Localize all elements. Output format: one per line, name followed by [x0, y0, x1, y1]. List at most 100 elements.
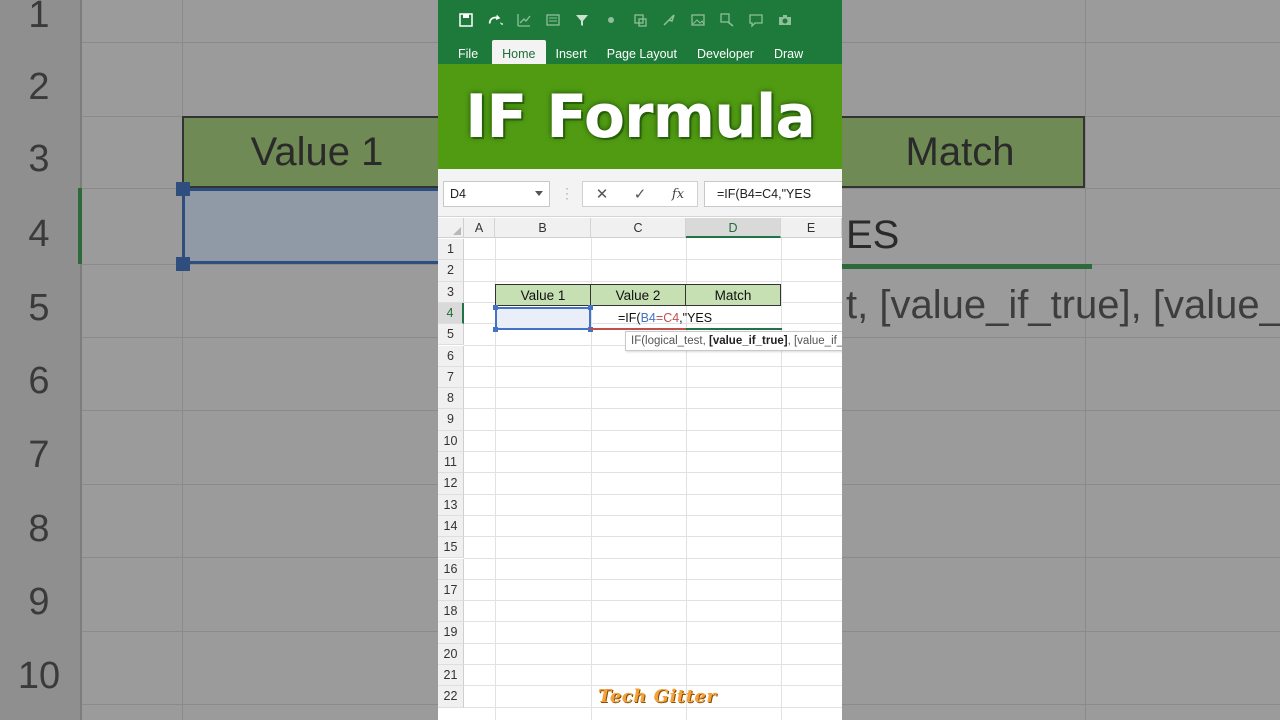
bg-active-cell-border [842, 264, 1092, 269]
gridline [464, 557, 842, 559]
bg-row-number: 4 [28, 213, 50, 255]
autosave-icon[interactable] [458, 12, 474, 28]
gridline [464, 578, 842, 580]
row-header-22[interactable]: 22 [438, 686, 464, 708]
selection-handle[interactable] [493, 327, 498, 332]
tab-insert[interactable]: Insert [546, 40, 597, 64]
gridline [464, 472, 842, 474]
formula-ref-c4: C4 [663, 311, 680, 325]
row-header-5[interactable]: 5 [438, 324, 464, 346]
bg-gridline [182, 0, 183, 720]
column-header-c[interactable]: C [591, 218, 686, 238]
row-header-1[interactable]: 1 [438, 239, 464, 261]
worksheet-grid: A B C D E 1 2 3 4 5 6 7 8 9 10 11 12 13 14 15 16 17 18 19 2… [438, 218, 842, 720]
formula-input[interactable]: =IF(B4=C4,"YES [704, 181, 842, 207]
row-header-2[interactable]: 2 [438, 260, 464, 282]
gridline [464, 451, 842, 452]
row-header-14[interactable]: 14 [438, 515, 464, 538]
row-header-4[interactable]: 4 [438, 302, 464, 325]
bg-row-number: 9 [28, 581, 50, 623]
gridline [464, 429, 842, 431]
column-header-e[interactable]: E [781, 218, 842, 238]
reference-highlight-b4[interactable] [495, 307, 591, 330]
selection-handle[interactable] [493, 305, 498, 310]
row-header-13[interactable]: 13 [438, 494, 464, 516]
gridline [781, 238, 782, 720]
gridline [464, 514, 842, 516]
header-cell-value2[interactable]: Value 2 [590, 284, 686, 306]
gridline [464, 280, 842, 282]
picture-icon[interactable] [690, 12, 706, 28]
function-icon[interactable]: fx [666, 187, 690, 202]
gridline [464, 387, 842, 389]
row-header-21[interactable]: 21 [438, 665, 464, 687]
bg-row-number: 7 [28, 434, 50, 476]
title-banner: IF Formula [438, 64, 842, 169]
row-header-3[interactable]: 3 [438, 281, 464, 303]
tooltip-rest[interactable]: , [value_if_false]) [788, 335, 842, 347]
column-header-a[interactable]: A [464, 218, 495, 238]
tab-file[interactable]: File [438, 40, 488, 64]
row-header-12[interactable]: 12 [438, 473, 464, 495]
row-header-16[interactable]: 16 [438, 558, 464, 580]
header-cell-match[interactable]: Match [685, 284, 781, 306]
redo-icon[interactable] [487, 12, 503, 28]
gridline [464, 621, 842, 623]
bg-row-number: 6 [28, 360, 50, 402]
row-header-8[interactable]: 8 [438, 388, 464, 410]
tab-home[interactable]: Home [492, 40, 546, 64]
gridline [464, 493, 842, 495]
formula-prefix: =IF( [618, 311, 641, 325]
chevron-down-icon[interactable] [535, 191, 543, 196]
row-header-15[interactable]: 15 [438, 537, 464, 559]
row-header-18[interactable]: 18 [438, 601, 464, 623]
gridline [464, 642, 842, 644]
row-header-19[interactable]: 19 [438, 622, 464, 644]
gridline [464, 664, 842, 665]
select-all-corner[interactable] [438, 218, 464, 238]
row-header-20[interactable]: 20 [438, 643, 464, 665]
check-icon[interactable]: ✓ [628, 185, 652, 203]
chart-icon[interactable] [516, 12, 532, 28]
brush-icon[interactable] [661, 12, 677, 28]
row-header-7[interactable]: 7 [438, 366, 464, 389]
bg-row-number: 8 [28, 508, 50, 550]
tab-draw[interactable]: Draw [764, 40, 813, 64]
selection-handle[interactable] [588, 305, 593, 310]
header-cell-value1[interactable]: Value 1 [495, 284, 591, 306]
shapes-icon[interactable] [632, 12, 648, 28]
comment-icon[interactable] [748, 12, 764, 28]
row-header-9[interactable]: 9 [438, 409, 464, 431]
excel-window: File Home Insert Page Layout Developer D… [438, 0, 842, 720]
replace-icon[interactable] [719, 12, 735, 28]
column-header-b[interactable]: B [495, 218, 591, 238]
row-header-17[interactable]: 17 [438, 579, 464, 602]
tooltip-function[interactable]: IF(logical_test, [631, 335, 709, 347]
name-box[interactable]: D4 [443, 181, 550, 207]
tab-page-layout[interactable]: Page Layout [597, 40, 687, 64]
row-header-10[interactable]: 10 [438, 430, 464, 452]
bg-selection [182, 188, 442, 264]
row-header-11[interactable]: 11 [438, 452, 464, 474]
bg-row-number: 3 [28, 138, 50, 180]
bg-row-number: 1 [28, 0, 50, 36]
drag-handle-icon[interactable]: · · · [565, 182, 569, 204]
function-tooltip: IF(logical_test, [value_if_true], [value… [625, 331, 842, 351]
cell-edit-text[interactable]: =IF(B4=C4,"YES [618, 311, 712, 325]
gridline [464, 536, 842, 538]
form-icon[interactable] [545, 12, 561, 28]
column-header-d[interactable]: D [686, 218, 781, 238]
gridline [464, 600, 842, 602]
formula-ref-b4: B4 [640, 311, 656, 325]
row-header-6[interactable]: 6 [438, 345, 464, 367]
bg-active-row-marker [78, 188, 82, 264]
circle-icon[interactable] [603, 12, 619, 28]
bg-row-number: 5 [28, 287, 50, 329]
formula-buttons: ✕ ✓ fx [582, 181, 698, 207]
reference-highlight-c4 [590, 328, 686, 330]
tooltip-current-arg[interactable]: [value_if_true] [709, 335, 788, 347]
filter-icon[interactable] [574, 12, 590, 28]
camera-icon[interactable] [777, 12, 793, 28]
tab-developer[interactable]: Developer [687, 40, 764, 64]
close-icon[interactable]: ✕ [590, 185, 614, 203]
